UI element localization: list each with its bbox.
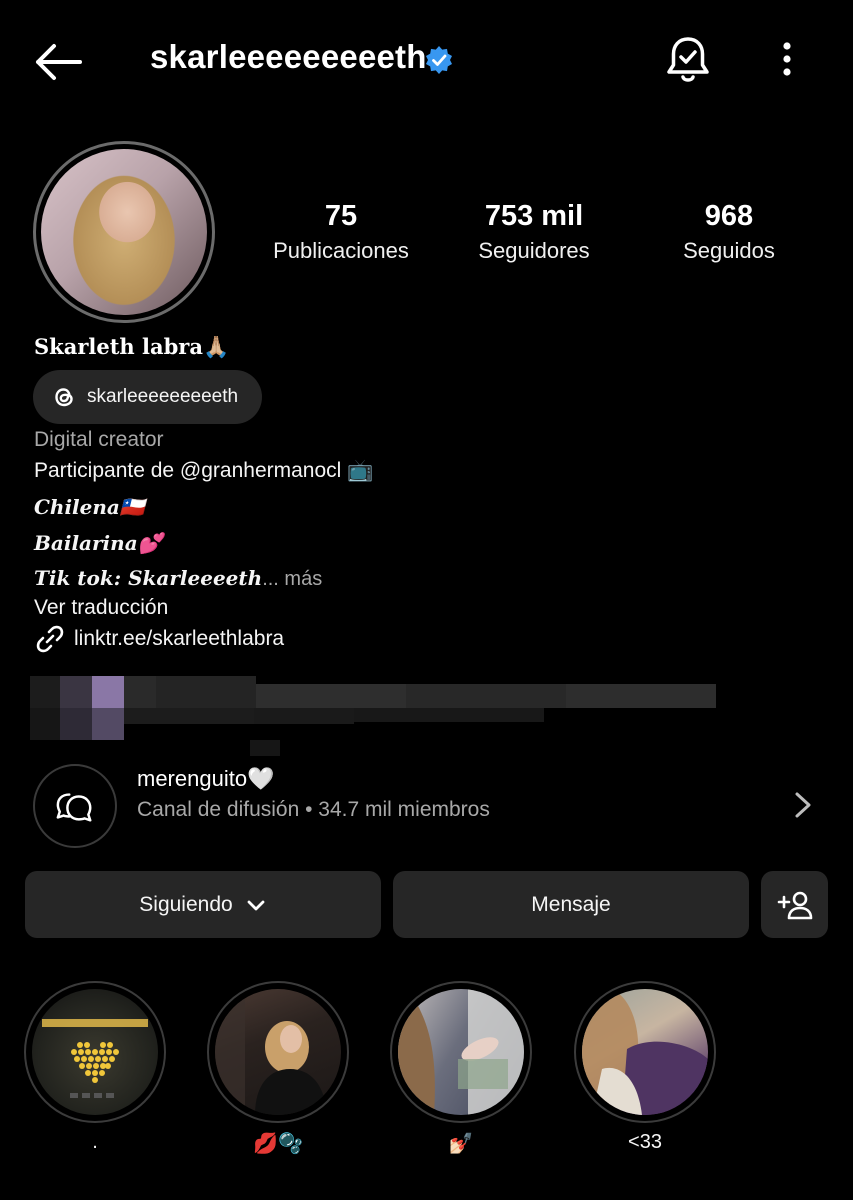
highlight-1-caption: . — [92, 1131, 98, 1153]
highlight-photo-art — [398, 989, 524, 1115]
highlight-cover-heart — [32, 989, 158, 1115]
stat-following-value: 968 — [704, 200, 754, 232]
more-options-icon[interactable] — [772, 40, 802, 80]
broadcast-channel-name[interactable]: merenguito🤍 — [137, 766, 274, 792]
highlight-3[interactable]: 💅🏻 — [390, 981, 532, 1157]
highlight-3-caption: 💅🏻 — [448, 1133, 474, 1155]
highlight-ring — [390, 981, 532, 1123]
following-button-label: Siguiendo — [139, 892, 233, 916]
notification-bell-icon[interactable] — [664, 35, 712, 85]
suggest-people-button[interactable] — [761, 871, 828, 938]
stat-followers[interactable]: 753 mil Seguidores — [444, 198, 624, 268]
avatar-photo — [41, 149, 207, 315]
bio-line-4[interactable]: Tik tok: Skarleeeeth... más — [34, 566, 322, 591]
bio-more-link[interactable]: ... más — [262, 568, 322, 590]
see-translation-link[interactable]: Ver traducción — [34, 596, 168, 620]
highlight-ring — [574, 981, 716, 1123]
highlight-cover-photo — [398, 989, 524, 1115]
highlight-4[interactable]: <33 — [574, 981, 716, 1157]
display-name: Skarleth labra🙏🏼 — [34, 334, 230, 359]
bio-tiktok-label: Tik tok — [34, 566, 114, 590]
following-button[interactable]: Siguiendo — [25, 871, 381, 938]
stat-followers-label: Seguidores — [478, 238, 590, 263]
highlight-ring — [24, 981, 166, 1123]
highlight-2-caption: 💋🫧 — [253, 1133, 303, 1155]
chevron-down-icon — [247, 900, 265, 910]
bio-tiktok-colon: : — [113, 566, 129, 590]
stat-posts-label: Publicaciones — [273, 238, 409, 263]
stat-following[interactable]: 968 Seguidos — [639, 198, 819, 268]
profile-username: skarleeeeeeeeeth — [150, 38, 427, 75]
highlight-1[interactable]: . — [24, 981, 166, 1157]
profile-avatar[interactable] — [33, 141, 215, 323]
add-person-icon — [777, 891, 812, 919]
pixel-heart-icon — [42, 1019, 148, 1098]
broadcast-channel-subtitle: Canal de difusión • 34.7 mil miembros — [137, 798, 490, 821]
bio-line-1[interactable]: Participante de @granhermanocl 📺 — [34, 459, 373, 483]
redacted-region — [30, 676, 720, 756]
message-button-label: Mensaje — [531, 892, 611, 916]
external-link-text: linktr.ee/skarleethlabra — [74, 627, 285, 650]
highlight-ring — [207, 981, 349, 1123]
stat-followers-value: 753 mil — [484, 200, 584, 232]
highlight-2[interactable]: 💋🫧 — [207, 981, 349, 1157]
back-arrow-icon[interactable] — [32, 40, 84, 84]
highlight-cover-photo — [582, 989, 708, 1115]
profile-screen: skarleeeeeeeeeth 75 Publicaciones 753 mi… — [0, 0, 853, 1200]
highlight-4-caption: <33 — [628, 1131, 662, 1153]
highlight-photo-art — [215, 989, 327, 1115]
bio-tiktok-value: Skarleeeeth — [128, 566, 263, 590]
stat-following-label: Seguidos — [683, 238, 775, 263]
profile-category: Digital creator — [34, 428, 164, 451]
verified-badge-icon — [426, 46, 452, 74]
external-link[interactable]: linktr.ee/skarleethlabra — [34, 623, 284, 655]
threads-icon — [55, 388, 73, 407]
message-button[interactable]: Mensaje — [393, 871, 749, 938]
bio-line-3: Bailarina💕 — [34, 531, 163, 555]
stat-posts-value: 75 — [324, 200, 358, 232]
broadcast-channel-icon[interactable] — [33, 764, 117, 848]
chevron-right-icon[interactable] — [790, 790, 816, 820]
threads-badge[interactable]: skarleeeeeeeeeth — [33, 370, 262, 424]
stat-posts[interactable]: 75 Publicaciones — [251, 198, 431, 268]
bio-line-2: Chilena🇨🇱 — [34, 495, 145, 519]
highlight-cover-photo — [215, 989, 341, 1115]
highlight-photo-art — [582, 989, 708, 1115]
link-icon — [36, 625, 64, 653]
threads-handle: skarleeeeeeeeeth — [87, 386, 239, 407]
